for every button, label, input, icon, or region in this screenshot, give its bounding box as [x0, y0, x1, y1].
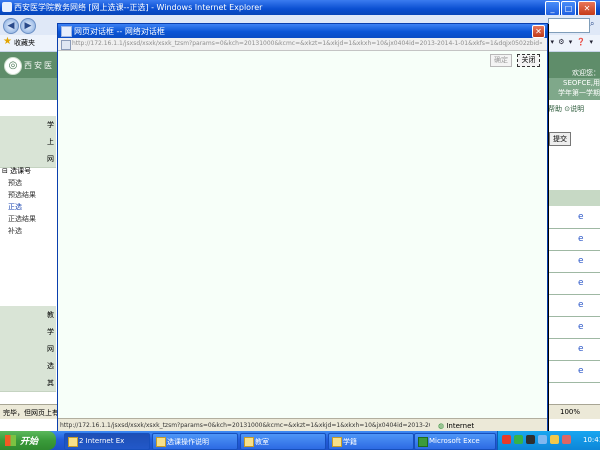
table-row: e	[546, 316, 600, 339]
forward-icon[interactable]: ▶	[20, 18, 36, 34]
minimize-button[interactable]: _	[545, 1, 560, 16]
zoom-level[interactable]: 100%	[560, 408, 580, 416]
task-button-instructions[interactable]: 选课操作说明	[152, 433, 238, 450]
page-icon	[61, 40, 71, 50]
tree-item-supplement[interactable]: 补选	[8, 226, 22, 236]
task-button-excel[interactable]: Microsoft Exce	[414, 433, 496, 450]
ie-window-title: 西安医学院教务网络 [网上选课--正选] - Windows Internet …	[14, 3, 263, 12]
back-icon[interactable]: ◀	[3, 18, 19, 34]
left-row: 学	[0, 323, 56, 341]
site-logo: ◎	[4, 57, 22, 75]
tray-app-icon[interactable]	[562, 435, 571, 444]
popup-close-button[interactable]: ✕	[532, 25, 545, 38]
ie-icon	[68, 437, 78, 447]
site-name: 西安医	[24, 61, 54, 70]
task-button-status[interactable]: 学籍	[328, 433, 414, 450]
clock[interactable]: 10:41	[583, 436, 600, 444]
task-button-classroom[interactable]: 教室	[240, 433, 326, 450]
table-row: e	[546, 294, 600, 317]
right-panel: e e e e e e e e	[546, 146, 600, 404]
left-row: 上	[0, 133, 56, 151]
user-info: 欢迎您： SEOFCE,用 学年第一学期	[558, 69, 600, 97]
table-row: e	[546, 272, 600, 295]
left-row: 学	[0, 116, 56, 134]
tree-item-main[interactable]: 正选	[8, 202, 22, 212]
left-row: 选	[0, 357, 56, 375]
ie-link-icon[interactable]: e	[578, 344, 584, 354]
submit-button[interactable]: 提交	[549, 132, 571, 146]
ie-link-icon[interactable]: e	[578, 322, 584, 332]
table-row: e	[546, 250, 600, 273]
task-button-ie[interactable]: 2 Internet Ex	[64, 433, 150, 450]
search-icon[interactable]: ⌕	[590, 19, 594, 29]
ie-titlebar[interactable]: 西安医学院教务网络 [网上选课--正选] - Windows Internet …	[0, 0, 600, 16]
help-link[interactable]: 帮助 ⊙说明	[548, 104, 584, 114]
table-row: e	[546, 228, 600, 251]
tree-item-prelim[interactable]: 预选	[8, 178, 22, 188]
left-row: 网	[0, 340, 56, 358]
im-icon[interactable]	[526, 435, 535, 444]
ie-link-icon[interactable]: e	[578, 278, 584, 288]
ie-link-icon[interactable]: e	[578, 300, 584, 310]
ie-search-input[interactable]	[548, 18, 590, 33]
star-icon[interactable]: ★	[3, 36, 12, 47]
tray-app-icon[interactable]	[550, 435, 559, 444]
left-row: 其	[0, 374, 56, 392]
taskbar: 开始 2 Internet Ex 选课操作说明 教室 学籍 Microsoft …	[0, 431, 600, 450]
left-row: 教	[0, 306, 56, 324]
popup-titlebar[interactable]: 网页对话框 -- 网络对话框 ✕	[58, 24, 547, 38]
table-row: e	[546, 360, 600, 383]
windows-logo-icon	[5, 435, 16, 446]
ie-link-icon[interactable]: e	[578, 212, 584, 222]
folder-icon	[244, 437, 254, 447]
volume-icon[interactable]	[538, 435, 547, 444]
network-icon[interactable]	[514, 435, 523, 444]
popup-dialog: 网页对话框 -- 网络对话框 ✕ http://172.16.1.1/jsxsd…	[57, 23, 548, 432]
globe-icon: ◍	[438, 422, 445, 430]
table-row: e	[546, 338, 600, 361]
security-zone: ◍ Internet	[438, 422, 474, 430]
confirm-button[interactable]: 确定	[490, 54, 512, 67]
toolbar-icons[interactable]: ⌂ ▾ ⚙ ▾ ❓ ▾	[542, 38, 594, 46]
ie-link-icon[interactable]: e	[578, 366, 584, 376]
tree-item-main-result[interactable]: 正选结果	[8, 214, 36, 224]
ie-icon	[156, 437, 166, 447]
excel-icon	[418, 437, 428, 447]
close-button[interactable]: ✕	[578, 1, 596, 16]
page-icon	[61, 26, 72, 37]
tree-root[interactable]: ⊟ 选课号	[2, 166, 31, 176]
tree-item-prelim-result[interactable]: 预选结果	[8, 190, 36, 200]
start-button[interactable]: 开始	[0, 431, 56, 450]
folder-icon	[332, 437, 342, 447]
popup-url: http://172.16.1.1/jsxsd/xsxk/xsxk_tzsm?p…	[72, 40, 542, 47]
popup-status-url: http://172.16.1.1/jsxsd/xsxk/xsxk_tzsm?p…	[60, 422, 430, 429]
popup-url-bar: http://172.16.1.1/jsxsd/xsxk/xsxk_tzsm?p…	[58, 38, 547, 51]
table-row: e	[546, 206, 600, 229]
maximize-button[interactable]: □	[561, 1, 576, 16]
ie-icon	[2, 2, 12, 12]
table-header	[546, 190, 600, 206]
left-panel: 学 上 网 ⊟ 选课号 预选 预选结果 正选 正选结果 补选 教 学 网 选 其	[0, 100, 56, 404]
antivirus-icon[interactable]	[502, 435, 511, 444]
popup-statusbar: http://172.16.1.1/jsxsd/xsxk/xsxk_tzsm?p…	[58, 418, 547, 432]
favorites-label[interactable]: 收藏夹	[14, 38, 35, 48]
ie-link-icon[interactable]: e	[578, 256, 584, 266]
popup-title: 网页对话框 -- 网络对话框	[74, 27, 165, 36]
close-dialog-button[interactable]: 关闭	[517, 54, 540, 67]
zone-label: Internet	[446, 422, 475, 430]
ie-link-icon[interactable]: e	[578, 234, 584, 244]
